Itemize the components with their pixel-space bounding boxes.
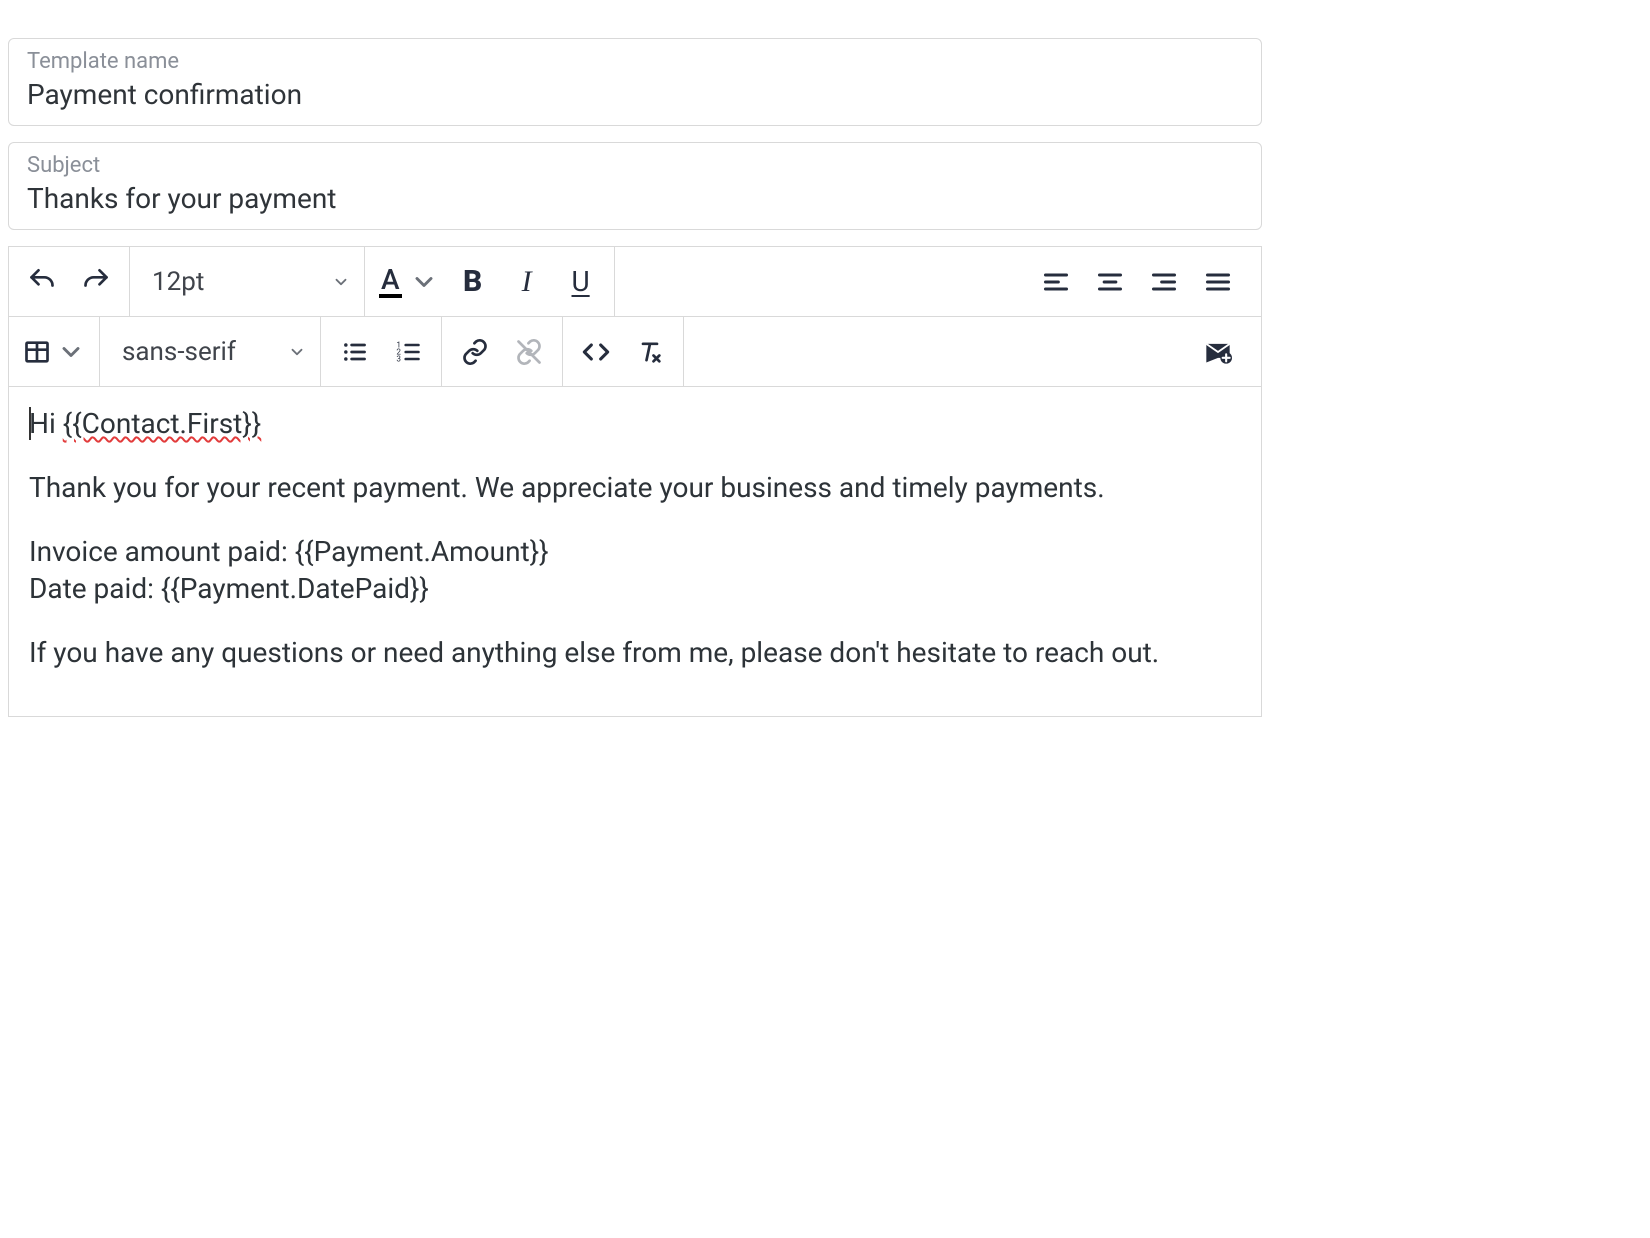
align-center-button[interactable] <box>1085 257 1135 307</box>
template-name-label: Template name <box>27 49 1243 74</box>
insert-attachment-button[interactable] <box>1193 327 1243 377</box>
spacer-2 <box>684 317 1185 386</box>
table-icon <box>23 338 51 366</box>
template-name-input[interactable] <box>27 78 1243 111</box>
invoice-line: Invoice amount paid: {{Payment.Amount}} <box>29 533 1241 571</box>
insert-table-button[interactable] <box>17 327 91 377</box>
font-family-select[interactable]: sans-serif <box>100 317 320 386</box>
toolbar-row-1: 12pt A B I U <box>9 247 1261 317</box>
remove-link-button[interactable] <box>504 327 554 377</box>
chevron-down-icon <box>57 338 85 366</box>
underline-icon: U <box>572 265 590 298</box>
align-justify-button[interactable] <box>1193 257 1243 307</box>
greeting-prefix: Hi <box>29 407 63 440</box>
email-body-editor[interactable]: Hi {{Contact.First}} Thank you for your … <box>9 387 1261 716</box>
font-size-group: 12pt <box>130 247 365 316</box>
code-group <box>563 317 684 386</box>
subject-input[interactable] <box>27 182 1243 215</box>
template-name-field-group: Template name <box>8 38 1262 126</box>
bullet-list-button[interactable] <box>329 327 379 377</box>
text-style-group: A B I U <box>365 247 615 316</box>
insert-link-button[interactable] <box>450 327 500 377</box>
date-line: Date paid: {{Payment.DatePaid}} <box>29 570 1241 608</box>
toolbar-row-2: sans-serif 123 <box>9 317 1261 387</box>
underline-button[interactable]: U <box>556 257 606 307</box>
chevron-down-icon <box>410 268 438 296</box>
font-color-icon: A <box>379 266 402 298</box>
bold-button[interactable]: B <box>448 257 498 307</box>
source-code-button[interactable] <box>571 327 621 377</box>
font-family-value: sans-serif <box>122 337 236 367</box>
numbered-list-button[interactable]: 123 <box>383 327 433 377</box>
subject-label: Subject <box>27 153 1243 178</box>
italic-button[interactable]: I <box>502 257 552 307</box>
link-group <box>442 317 563 386</box>
table-group <box>9 317 100 386</box>
font-size-value: 12pt <box>152 267 204 297</box>
font-family-group: sans-serif <box>100 317 321 386</box>
spacer <box>615 247 1023 316</box>
bold-icon: B <box>463 264 482 299</box>
paragraph-1: Thank you for your recent payment. We ap… <box>29 469 1241 507</box>
history-group <box>9 247 130 316</box>
paragraph-2: If you have any questions or need anythi… <box>29 634 1241 672</box>
align-right-button[interactable] <box>1139 257 1189 307</box>
undo-button[interactable] <box>17 257 67 307</box>
chevron-down-icon <box>332 273 350 291</box>
font-size-select[interactable]: 12pt <box>130 247 364 316</box>
align-group <box>1023 247 1261 316</box>
rich-text-editor: 12pt A B I U <box>8 246 1262 717</box>
chevron-down-icon <box>288 343 306 361</box>
greeting-token: {{Contact.First}} <box>63 407 262 440</box>
attach-group <box>1185 317 1261 386</box>
redo-button[interactable] <box>71 257 121 307</box>
svg-text:3: 3 <box>396 353 401 363</box>
list-group: 123 <box>321 317 442 386</box>
subject-field-group: Subject <box>8 142 1262 230</box>
align-left-button[interactable] <box>1031 257 1081 307</box>
clear-formatting-button[interactable] <box>625 327 675 377</box>
italic-icon: I <box>522 265 532 299</box>
font-color-button[interactable]: A <box>373 257 444 307</box>
